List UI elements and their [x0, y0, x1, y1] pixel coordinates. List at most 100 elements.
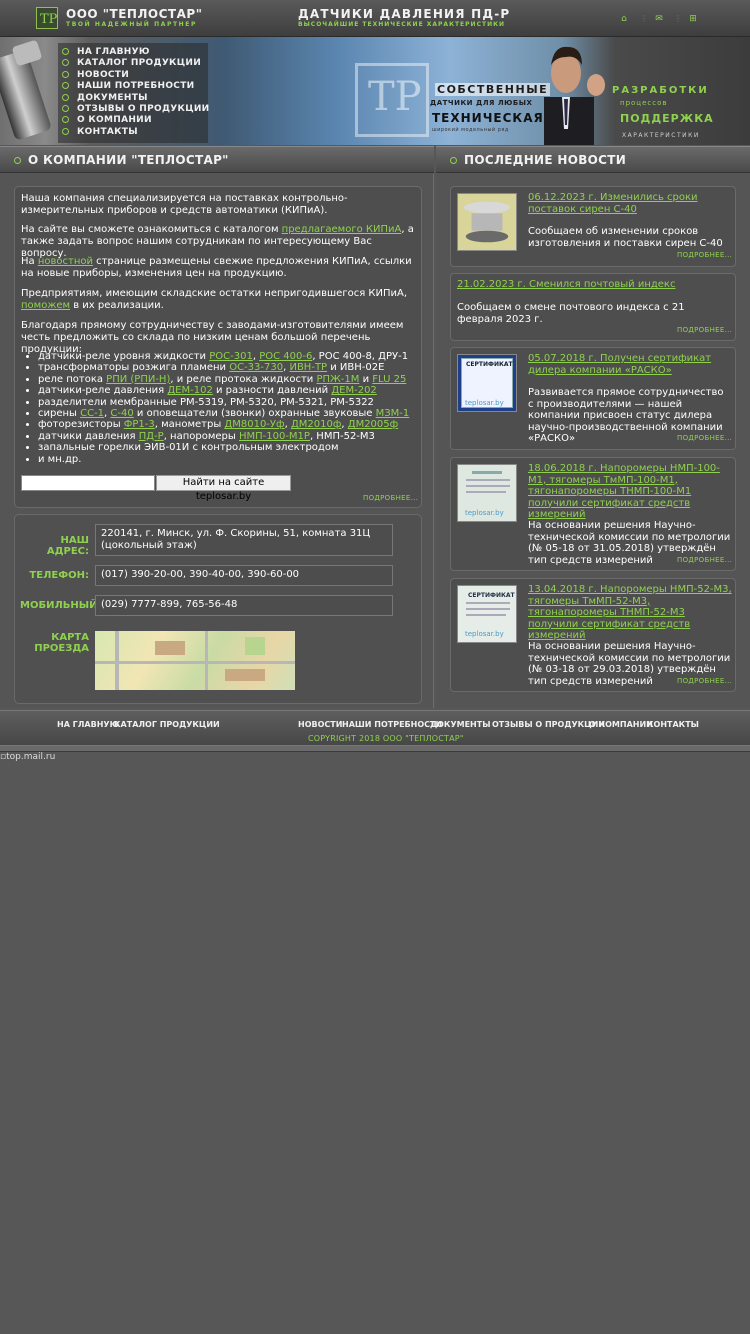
- footer-link-contacts[interactable]: КОНТАКТЫ: [647, 720, 699, 729]
- sitemap-icon[interactable]: ⊞: [688, 14, 698, 24]
- news-title-link[interactable]: 05.07.2018 г. Получен сертификат дилера …: [528, 353, 732, 376]
- footer: НА ГЛАВНУЮ КАТАЛОГ ПРОДУКЦИИ НОВОСТИ НАШ…: [0, 710, 750, 746]
- product-link[interactable]: ОС-33-730: [229, 362, 283, 373]
- product-list: датчики-реле уровня жидкости РОС-301, РО…: [38, 351, 409, 465]
- product-link[interactable]: РОС 400-6: [259, 351, 312, 362]
- news-title-link[interactable]: 13.04.2018 г. Напоромеры НМП-52-М3, тяго…: [528, 584, 732, 642]
- news-item: 21.02.2023 г. Сменился почтовый индекс С…: [450, 273, 736, 341]
- news-link[interactable]: новостной: [38, 256, 93, 267]
- banner-text-processes: процессов: [620, 99, 668, 107]
- banner-logo: ТР: [355, 63, 429, 137]
- list-item: сирены СС-1, С-40 и оповещатели (звонки)…: [38, 408, 409, 419]
- svg-text:ТР: ТР: [40, 12, 57, 27]
- footer-link-home[interactable]: НА ГЛАВНУЮ: [57, 720, 119, 729]
- list-item: датчики-реле уровня жидкости РОС-301, РО…: [38, 351, 409, 362]
- footer-link-needs[interactable]: НАШИ ПОТРЕБНОСТИ: [342, 720, 442, 729]
- menu-item-documents[interactable]: ДОКУМЕНТЫ: [62, 93, 148, 103]
- product-link[interactable]: ДМ2005ф: [348, 419, 398, 430]
- news-item: 06.12.2023 г. Изменились сроки поставок …: [450, 186, 736, 267]
- footer-link-news[interactable]: НОВОСТИ: [298, 720, 342, 729]
- address-value: 220141, г. Минск, ул. Ф. Скорины, 51, ко…: [95, 524, 393, 556]
- list-item: разделители мембранные РМ-5319, РМ-5320,…: [38, 397, 409, 408]
- product-link[interactable]: ПД-Р: [139, 431, 164, 442]
- product-link[interactable]: ДМ8010-Уф: [224, 419, 284, 430]
- phone-label: ТЕЛЕФОН:: [29, 570, 89, 581]
- pressure-sensor-cap: [11, 39, 43, 67]
- list-item: датчики-реле давления ДЕМ-102 и разности…: [38, 385, 409, 396]
- news-more-link[interactable]: ПОДРОБНЕЕ...: [677, 677, 732, 685]
- home-icon[interactable]: ⌂: [619, 14, 629, 24]
- bullet-icon: [62, 94, 69, 101]
- product-link[interactable]: FLU 25: [372, 374, 406, 385]
- footer-link-documents[interactable]: ДОКУМЕНТЫ: [430, 720, 491, 729]
- about-more-link[interactable]: ПОДРОБНЕЕ...: [363, 494, 418, 502]
- list-item: датчики давления ПД-Р, напоромеры НМП-10…: [38, 431, 409, 442]
- address-label: НАШ АДРЕС:: [46, 535, 89, 557]
- siren-image[interactable]: [457, 193, 517, 251]
- banner: НА ГЛАВНУЮ КАТАЛОГ ПРОДУКЦИИ НОВОСТИ НАШ…: [0, 37, 750, 145]
- menu-item-reviews[interactable]: ОТЗЫВЫ О ПРОДУКЦИИ: [62, 104, 210, 114]
- menu-item-contacts[interactable]: КОНТАКТЫ: [62, 127, 138, 137]
- footer-link-about[interactable]: О КОМПАНИИ: [589, 720, 653, 729]
- certificate-image[interactable]: СЕРТИФИКАТ teplosar.by: [457, 354, 517, 412]
- menu-item-about[interactable]: О КОМПАНИИ: [62, 115, 152, 125]
- product-link[interactable]: С-40: [110, 408, 133, 419]
- menu-item-needs[interactable]: НАШИ ПОТРЕБНОСТИ: [62, 81, 194, 91]
- list-item: трансформаторы розжига пламени ОС-33-730…: [38, 362, 409, 373]
- product-link[interactable]: ИВН-ТР: [289, 362, 327, 373]
- menu-item-news[interactable]: НОВОСТИ: [62, 70, 129, 80]
- search-button[interactable]: Найти на сайте teplosar.by: [156, 475, 291, 502]
- product-link[interactable]: ДЕМ-102: [167, 385, 212, 396]
- bullet-icon: [450, 157, 457, 164]
- help-link[interactable]: поможем: [21, 300, 70, 311]
- copyright: COPYRIGHT 2018 ООО "ТЕПЛОСТАР": [308, 734, 464, 743]
- news-more-link[interactable]: ПОДРОБНЕЕ...: [677, 326, 732, 334]
- product-link[interactable]: ДЕМ-202: [331, 385, 376, 396]
- map-label: КАРТА ПРОЕЗДА: [34, 632, 89, 654]
- news-title-link[interactable]: 18.06.2018 г. Напоромеры НМП-100-М1, тяг…: [528, 463, 732, 521]
- news-more-link[interactable]: ПОДРОБНЕЕ...: [677, 556, 732, 564]
- footer-link-catalog[interactable]: КАТАЛОГ ПРОДУКЦИИ: [114, 720, 220, 729]
- certificate-image[interactable]: СЕРТИФИКАТ teplosar.by: [457, 585, 517, 643]
- news-title-link[interactable]: 06.12.2023 г. Изменились сроки поставок …: [528, 192, 732, 215]
- bullet-icon: [62, 71, 69, 78]
- map-image[interactable]: [95, 631, 295, 690]
- about-section-header: О КОМПАНИИ "ТЕПЛОСТАР": [0, 146, 434, 173]
- bullet-icon: [62, 48, 69, 55]
- news-title-link[interactable]: 21.02.2023 г. Сменился почтовый индекс: [457, 279, 733, 291]
- news-text: Сообщаем о смене почтового индекса с 21 …: [457, 302, 685, 325]
- product-link[interactable]: РПИ (РПИ-Н): [106, 374, 170, 385]
- banner-text-range: широкий модельный ряд: [432, 127, 509, 133]
- mail-icon[interactable]: ✉: [654, 14, 664, 24]
- company-slogan: ТВОЙ НАДЕЖНЫЙ ПАРТНЕР: [66, 21, 197, 28]
- product-link[interactable]: СС-1: [80, 408, 104, 419]
- news-text: Сообщаем об изменении сроков изготовлени…: [528, 226, 723, 249]
- list-item: фоторезисторы ФР1-3, манометры ДМ8010-Уф…: [38, 419, 409, 430]
- news-more-link[interactable]: ПОДРОБНЕЕ...: [677, 251, 732, 259]
- man-in-suit-image: [544, 46, 605, 145]
- certificate-image[interactable]: teplosar.by: [457, 464, 517, 522]
- product-link[interactable]: РОС-301: [209, 351, 253, 362]
- about-paragraph-3: На новостной странице размещены свежие п…: [21, 256, 412, 279]
- bullet-icon: [62, 105, 69, 112]
- banner-text-characteristics: ХАРАКТЕРИСТИКИ: [622, 132, 700, 139]
- product-link[interactable]: ФР1-3: [124, 419, 155, 430]
- catalog-link[interactable]: предлагаемого КИПиА: [282, 224, 402, 235]
- menu-item-catalog[interactable]: КАТАЛОГ ПРОДУКЦИИ: [62, 58, 201, 68]
- company-logo-icon[interactable]: ТР: [36, 7, 58, 29]
- news-item: teplosar.by 18.06.2018 г. Напоромеры НМП…: [450, 457, 736, 571]
- news-more-link[interactable]: ПОДРОБНЕЕ...: [677, 434, 732, 442]
- product-link[interactable]: ДМ2010ф: [291, 419, 341, 430]
- product-link[interactable]: НМП-100-М1Р: [239, 431, 310, 442]
- news-section-header: ПОСЛЕДНИЕ НОВОСТИ: [436, 146, 750, 173]
- product-link[interactable]: РПЖ-1М: [316, 374, 359, 385]
- list-item: реле потока РПИ (РПИ-Н), и реле протока …: [38, 374, 409, 385]
- header-subtitle: ВЫСОЧАЙШИЕ ТЕХНИЧЕСКИЕ ХАРАКТЕРИСТИКИ: [298, 21, 506, 28]
- banner-text-development: РАЗРАБОТКИ: [612, 85, 709, 96]
- menu-item-home[interactable]: НА ГЛАВНУЮ: [62, 47, 150, 57]
- bullet-icon: [62, 128, 69, 135]
- banner-text-for-any: ДАТЧИКИ ДЛЯ ЛЮБЫХ: [430, 99, 533, 107]
- counter-image[interactable]: ▫top.mail.ru: [0, 752, 55, 762]
- product-link[interactable]: МЗМ-1: [376, 408, 410, 419]
- search-input[interactable]: [21, 475, 155, 491]
